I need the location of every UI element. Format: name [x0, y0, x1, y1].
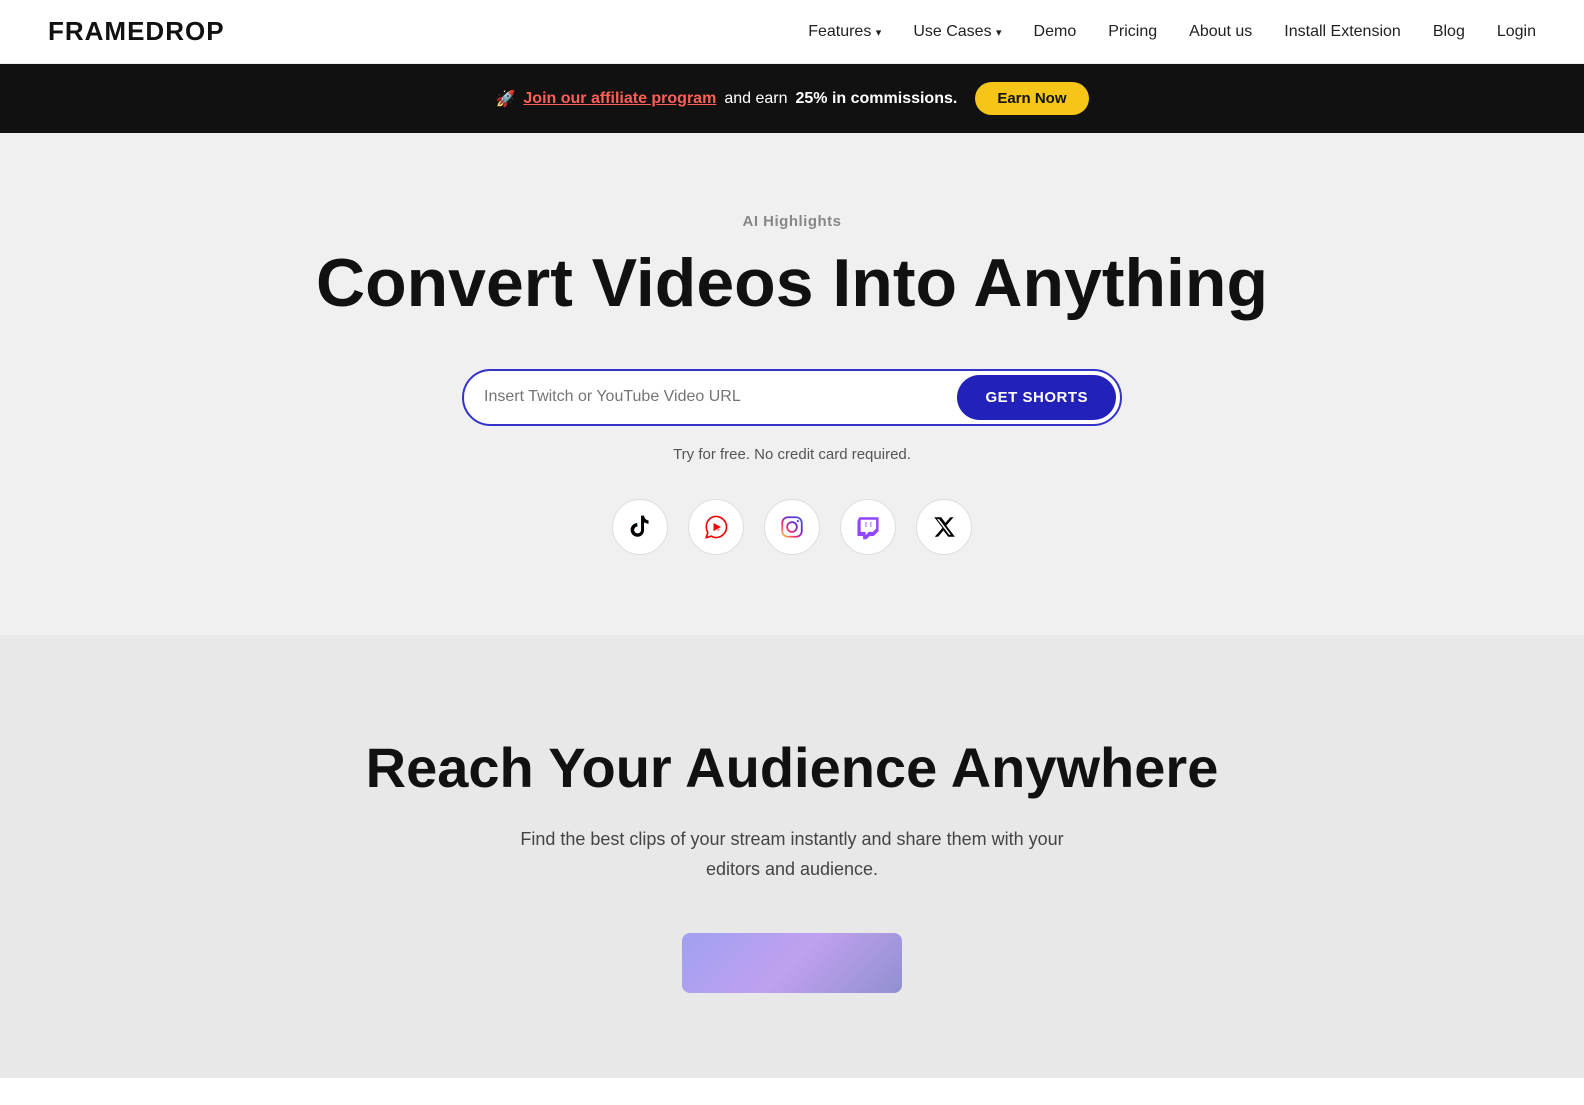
chevron-down-icon: ▾ [996, 27, 1002, 39]
nav-item-about[interactable]: About us [1189, 23, 1252, 41]
logo[interactable]: FRAMEDROP [48, 16, 225, 47]
instagram-icon [764, 499, 820, 555]
nav-item-pricing[interactable]: Pricing [1108, 23, 1157, 41]
earn-now-button[interactable]: Earn Now [975, 82, 1088, 115]
nav-item-install[interactable]: Install Extension [1284, 23, 1401, 41]
rocket-icon: 🚀 [495, 89, 515, 109]
url-input-row: GET SHORTS [462, 369, 1122, 426]
youtube-shorts-icon [688, 499, 744, 555]
nav-item-features[interactable]: Features ▾ [808, 23, 881, 41]
banner-bold-text: 25% in commissions. [795, 90, 957, 108]
nav-item-usecases[interactable]: Use Cases ▾ [913, 23, 1001, 41]
x-twitter-icon [916, 499, 972, 555]
tiktok-icon [612, 499, 668, 555]
section2-description: Find the best clips of your stream insta… [492, 824, 1092, 885]
section2-title: Reach Your Audience Anywhere [48, 735, 1536, 800]
url-input[interactable] [484, 388, 957, 406]
affiliate-banner: 🚀 Join our affiliate program and earn 25… [0, 64, 1584, 133]
twitch-icon [840, 499, 896, 555]
hero-title: Convert Videos Into Anything [48, 246, 1536, 321]
navbar: FRAMEDROP Features ▾ Use Cases ▾ Demo Pr… [0, 0, 1584, 64]
social-icons [48, 499, 1536, 555]
get-shorts-button[interactable]: GET SHORTS [957, 375, 1116, 420]
hero-section: AI Highlights Convert Videos Into Anythi… [0, 133, 1584, 635]
section2-cta-visual [682, 933, 902, 993]
affiliate-link[interactable]: Join our affiliate program [523, 90, 716, 108]
nav-item-login[interactable]: Login [1497, 23, 1536, 41]
banner-post-text: and earn [724, 90, 787, 108]
chevron-down-icon: ▾ [876, 27, 882, 39]
free-note: Try for free. No credit card required. [48, 446, 1536, 463]
nav-item-blog[interactable]: Blog [1433, 23, 1465, 41]
nav-item-demo[interactable]: Demo [1034, 23, 1077, 41]
section2: Reach Your Audience Anywhere Find the be… [0, 635, 1584, 1078]
hero-tag: AI Highlights [48, 213, 1536, 230]
nav-links: Features ▾ Use Cases ▾ Demo Pricing Abou… [808, 23, 1536, 41]
